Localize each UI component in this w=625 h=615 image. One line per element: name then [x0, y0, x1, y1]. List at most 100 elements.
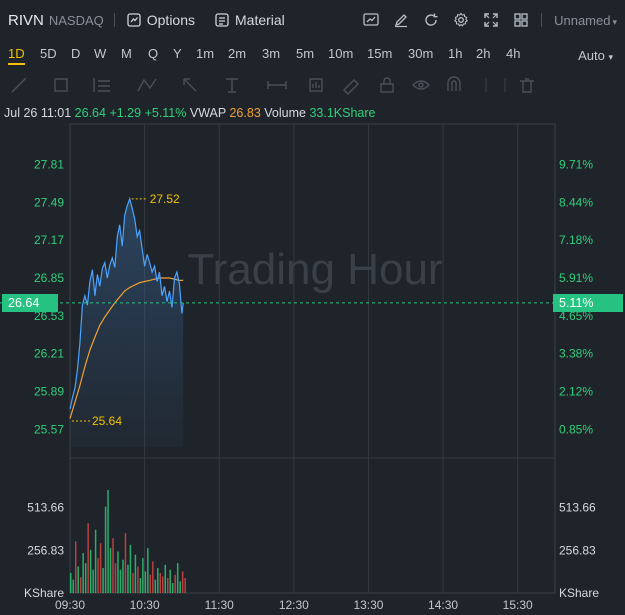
timeframe-m[interactable]: M — [121, 46, 132, 61]
material-label: Material — [235, 12, 285, 28]
volume-bar — [176, 563, 179, 593]
timeframe-bar: 1D 5D D W M Q Y 1m 2m 3m 5m 10m 15m 30m 1h 2h 4h — [0, 40, 625, 70]
volume-bar — [184, 578, 186, 593]
timeframe-y[interactable]: Y — [173, 46, 182, 61]
price-axis-tick: 27.81 — [34, 158, 64, 172]
volume-bar — [179, 581, 181, 593]
top-right-icons: Unnamed ▾ — [349, 12, 617, 28]
scale-mode-label: Auto — [578, 48, 605, 63]
eye-icon[interactable] — [412, 80, 430, 90]
time-axis-tick: 10:30 — [130, 598, 160, 612]
fullscreen-icon[interactable] — [483, 12, 499, 28]
volume-bar — [114, 563, 117, 593]
timeframe-15m[interactable]: 15m — [367, 46, 392, 61]
scale-mode-dropdown[interactable]: Auto ▾ — [578, 48, 613, 63]
price-area-fill — [70, 198, 184, 447]
plot-frame — [69, 123, 556, 594]
exchange-label: NASDAQ — [48, 12, 104, 28]
volume-bar — [127, 564, 129, 593]
text-tool-icon[interactable] — [226, 78, 238, 93]
chevron-down-icon: ▾ — [608, 52, 613, 62]
timeframe-1h[interactable]: 1h — [448, 46, 462, 61]
volume-bar — [102, 568, 104, 593]
timeframe-d[interactable]: D — [71, 46, 80, 61]
options-button[interactable]: Options — [127, 12, 195, 28]
volume-bar — [117, 551, 119, 593]
draw-pen-icon[interactable] — [393, 12, 409, 28]
change-text: +1.29 — [109, 106, 142, 120]
timeframe-1d[interactable]: 1D — [8, 46, 25, 65]
timeframe-30m[interactable]: 30m — [408, 46, 433, 61]
layout-grid-icon[interactable] — [513, 12, 529, 28]
volume-axis-tick-right: 256.83 — [559, 543, 596, 557]
symbol-label[interactable]: RIVN — [8, 12, 44, 29]
volume-bar — [144, 571, 147, 593]
lock-tool-icon[interactable] — [380, 77, 394, 93]
refresh-icon[interactable] — [423, 12, 439, 28]
volume-bar — [122, 559, 124, 593]
volume-bar — [99, 543, 102, 593]
volume-unit-left: KShare — [24, 586, 64, 600]
timeframe-1m[interactable]: 1m — [196, 46, 214, 61]
current-pct-tag-text: 5.11% — [559, 295, 594, 310]
volume-bar — [77, 566, 79, 593]
settings-gear-icon[interactable] — [453, 12, 469, 28]
change-pct-text: +5.11% — [144, 106, 187, 120]
material-button[interactable]: Material — [215, 12, 285, 28]
trash-icon[interactable] — [520, 78, 534, 93]
arrow-tool-icon[interactable] — [183, 78, 197, 92]
timeframe-5d[interactable]: 5D — [40, 46, 57, 61]
percent-axis-tick: 7.18% — [559, 233, 593, 247]
volume-bar — [82, 553, 84, 593]
drawing-toolbar — [11, 76, 534, 95]
fibonacci-tool-icon[interactable] — [93, 78, 110, 92]
eraser-tool-icon[interactable] — [343, 79, 359, 95]
percent-axis-tick: 8.44% — [559, 195, 593, 209]
volume-bar — [94, 529, 97, 593]
options-icon — [127, 13, 141, 27]
volume-axis-tick-right: 513.66 — [559, 501, 596, 515]
price-axis-tick: 25.89 — [34, 384, 64, 398]
volume-bar — [171, 583, 174, 593]
timeframe-3m[interactable]: 3m — [262, 46, 280, 61]
timeframe-2h[interactable]: 2h — [476, 46, 490, 61]
indicator-tool-icon[interactable] — [309, 78, 323, 92]
volume-bars — [70, 489, 186, 593]
timeframe-2m[interactable]: 2m — [228, 46, 246, 61]
material-icon — [215, 13, 229, 27]
volume-bar — [154, 579, 157, 593]
magnet-icon[interactable] — [447, 76, 461, 91]
layout-name-dropdown[interactable]: Unnamed ▾ — [554, 13, 617, 28]
timeframe-4h[interactable]: 4h — [506, 46, 520, 61]
chart-type-icon[interactable] — [363, 12, 379, 28]
volume-bar — [162, 576, 164, 593]
volume-bar — [152, 561, 154, 593]
price-line — [69, 196, 184, 410]
divider — [541, 13, 543, 27]
timeframe-w[interactable]: W — [94, 46, 106, 61]
trend-line-tool-icon[interactable] — [11, 77, 27, 93]
price-text: 26.64 — [74, 106, 106, 120]
volume-bar — [79, 577, 82, 593]
volume-bar — [74, 541, 77, 593]
timeframe-10m[interactable]: 10m — [328, 46, 353, 61]
vwap-label: VWAP — [189, 106, 226, 120]
price-axis-tick: 26.21 — [34, 347, 64, 361]
price-axis-tick: 27.49 — [34, 195, 64, 209]
volume-unit-right: KShare — [559, 586, 599, 600]
high-low-markers: 27.52 25.64 — [72, 192, 180, 428]
volume-bar — [112, 538, 114, 593]
measure-tool-icon[interactable] — [267, 81, 287, 89]
volume-axis-tick-left: 256.83 — [27, 543, 64, 557]
pattern-tool-icon[interactable] — [137, 78, 157, 92]
watermark-text: Trading Hour — [187, 245, 442, 294]
rectangle-tool-icon[interactable] — [54, 78, 68, 92]
timeframe-q[interactable]: Q — [148, 46, 158, 61]
timeframe-5m[interactable]: 5m — [296, 46, 314, 61]
time-axis-tick: 12:30 — [279, 598, 309, 612]
current-price-tag-text: 26.64 — [8, 295, 40, 310]
volume-bar — [132, 573, 134, 593]
time-axis-tick: 14:30 — [428, 598, 458, 612]
quote-info-bar: Jul 26 11:01 26.64 +1.29 +5.11% VWAP 26.… — [4, 106, 375, 120]
volume-bar — [137, 566, 139, 593]
